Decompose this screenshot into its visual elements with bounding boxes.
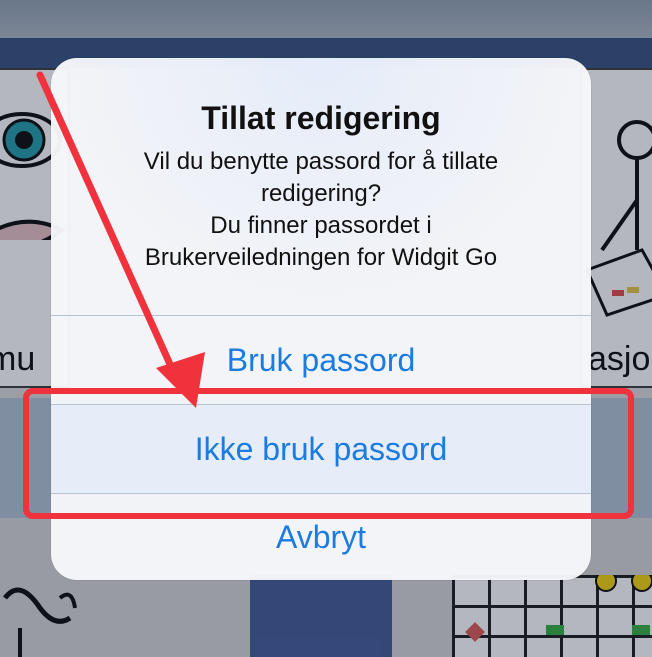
pointer-arrow-icon	[36, 71, 205, 408]
